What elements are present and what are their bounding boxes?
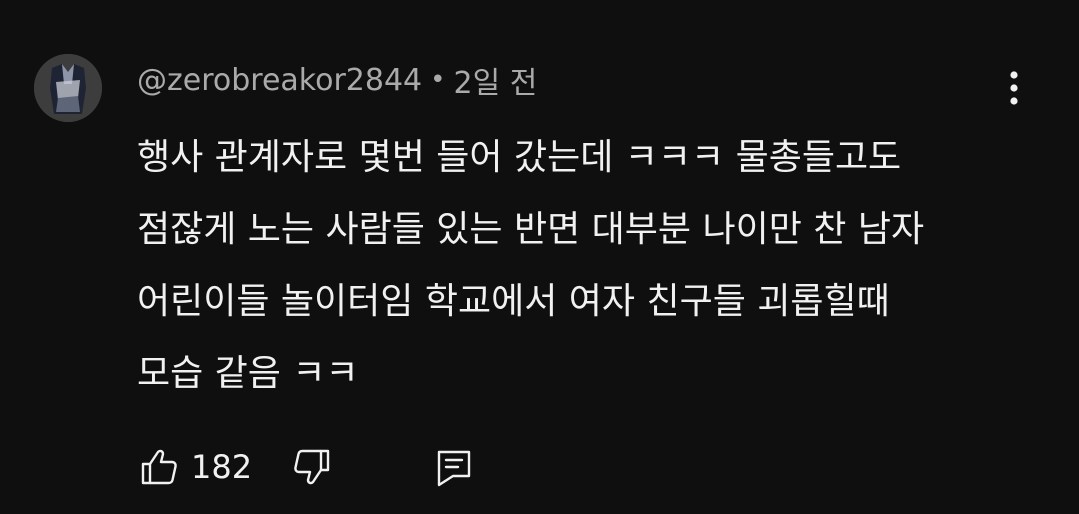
like-button[interactable] bbox=[137, 445, 181, 489]
comment-text-line: 모습 같음 ㅋㅋ bbox=[137, 353, 359, 394]
reply-comment-icon bbox=[437, 450, 471, 487]
comment-text: 행사 관계자로 몇번 들어 갔는데 ㅋㅋㅋ 물총들고도 점잖게 노는 사람들 있… bbox=[137, 122, 1037, 410]
like-count: 182 bbox=[191, 448, 253, 486]
avatar[interactable] bbox=[34, 54, 102, 122]
reply-button[interactable] bbox=[432, 445, 476, 489]
avatar-image bbox=[34, 54, 102, 122]
comment-text-line: 어린이들 놀이터임 학교에서 여자 친구들 괴롭힐때 bbox=[137, 281, 890, 322]
comment-actions: 182 bbox=[137, 442, 476, 492]
author-name[interactable]: @zerobreakor2844 bbox=[137, 63, 422, 98]
comment-header: @zerobreakor2844 • 2일 전 bbox=[137, 58, 537, 102]
comment-item: @zerobreakor2844 • 2일 전 행사 관계자로 몇번 들어 갔는… bbox=[0, 0, 1079, 514]
comment-text-line: 행사 관계자로 몇번 들어 갔는데 ㅋㅋㅋ 물총들고도 bbox=[137, 137, 902, 178]
thumb-down-icon bbox=[294, 449, 330, 485]
dislike-button[interactable] bbox=[290, 445, 334, 489]
more-options-button[interactable] bbox=[994, 66, 1034, 110]
comment-timestamp[interactable]: 2일 전 bbox=[453, 58, 537, 102]
thumb-up-icon bbox=[141, 449, 177, 485]
more-vert-icon bbox=[1010, 71, 1018, 105]
separator-dot: • bbox=[430, 65, 446, 95]
comment-text-line: 점잖게 노는 사람들 있는 반면 대부분 나이만 찬 남자 bbox=[137, 209, 925, 250]
